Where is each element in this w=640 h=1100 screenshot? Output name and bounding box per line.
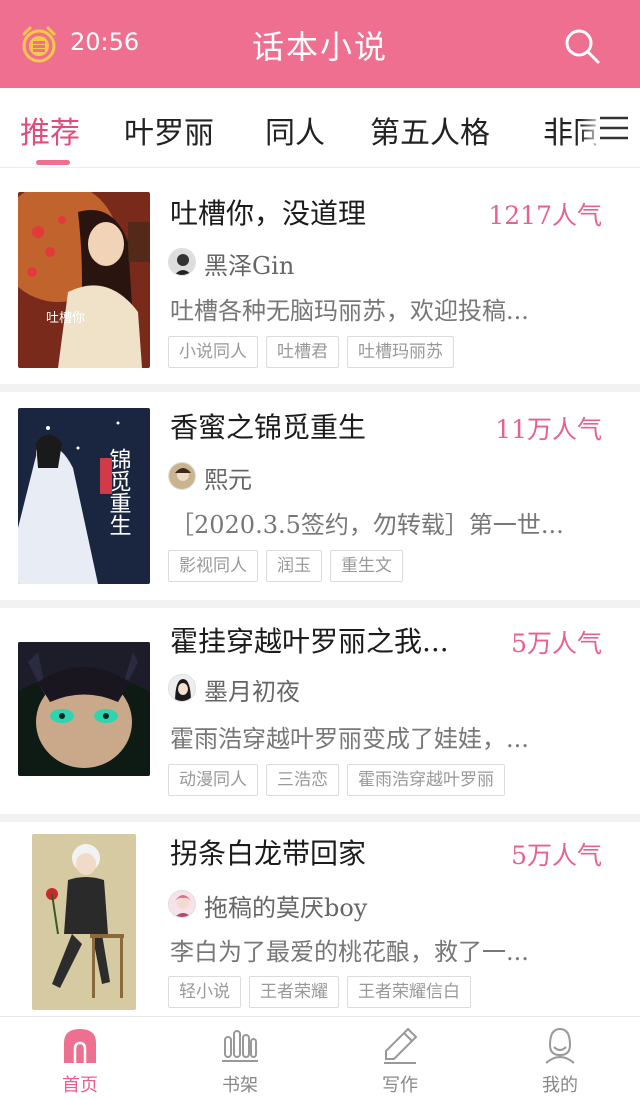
book-summary: 霍雨浩穿越叶罗丽变成了娃娃，... [170,725,529,753]
tab-identity-v[interactable]: 第五人格 [370,108,490,152]
tag-list: 轻小说 王者荣耀 王者荣耀信白 [168,976,479,1008]
search-icon[interactable] [562,26,602,66]
tag[interactable]: 霍雨浩穿越叶罗丽 [347,764,505,796]
book-summary: 吐槽各种无脑玛丽苏，欢迎投稿... [170,297,529,325]
divider [0,384,640,392]
active-tab-indicator [36,160,70,165]
tab-fanfiction[interactable]: 同人 [265,108,325,152]
tag[interactable]: 润玉 [266,550,322,582]
home-icon [64,1029,96,1063]
nav-label: 我的 [542,1075,578,1096]
book-title[interactable]: 霍挂穿越叶罗丽之我... [170,620,449,660]
tag-list: 小说同人 吐槽君 吐槽玛丽苏 [168,336,462,368]
tag[interactable]: 轻小说 [168,976,241,1008]
book-summary: ［2020.3.5签约，勿转载］第一世... [170,511,564,539]
book-title[interactable]: 吐槽你，没道理 [170,192,366,232]
tag[interactable]: 影视同人 [168,550,258,582]
tag[interactable]: 三浩恋 [266,764,339,796]
profile-icon [545,1027,575,1064]
nav-profile[interactable]: 我的 [480,1017,640,1100]
app-bar: 20:56 话本小说 [0,0,640,88]
book-summary: 李白为了最爱的桃花酿，救了一... [170,938,529,966]
nav-label: 首页 [62,1075,98,1096]
nav-home[interactable]: 首页 [0,1017,160,1100]
tag[interactable]: 动漫同人 [168,764,258,796]
popularity-count: 5万人气 [511,841,602,870]
book-card[interactable]: 霍挂穿越叶罗丽之我... 5万人气 墨月初夜 霍雨浩穿越叶罗丽变成了娃娃，...… [0,608,640,814]
book-card[interactable]: 拐条白龙带回家 5万人气 拖稿的莫厌boy 李白为了最爱的桃花酿，救了一... … [0,822,640,1016]
avatar [168,674,196,702]
bottom-nav: 首页 书架 写作 我的 [0,1016,640,1100]
pencil-icon [384,1027,418,1064]
cover-text: 吐槽你 [46,311,85,326]
author-name: 黑泽Gin [204,252,295,280]
nav-label: 写作 [382,1075,418,1096]
divider [0,600,640,608]
popularity-count: 11万人气 [495,415,602,444]
book-title[interactable]: 拐条白龙带回家 [170,832,366,872]
avatar [168,890,196,918]
bookshelf-icon [222,1030,258,1062]
tag[interactable]: 小说同人 [168,336,258,368]
book-cover[interactable]: 吐槽你 [18,192,150,368]
nav-write[interactable]: 写作 [320,1017,480,1100]
author-name: 熙元 [204,466,252,494]
popularity-count: 5万人气 [511,629,602,658]
category-tabs: 推荐 叶罗丽 同人 第五人格 非同 [0,88,640,168]
tag[interactable]: 吐槽玛丽苏 [347,336,454,368]
nav-label: 书架 [222,1075,258,1096]
tag[interactable]: 王者荣耀信白 [347,976,471,1008]
tag-list: 影视同人 润玉 重生文 [168,550,411,582]
author-name: 拖稿的莫厌boy [204,894,368,922]
popularity-count: 1217人气 [488,201,602,230]
book-title[interactable]: 香蜜之锦觅重生 [170,406,366,446]
book-card[interactable]: 吐槽你 吐槽你，没道理 1217人气 黑泽Gin 吐槽各种无脑玛丽苏，欢迎投稿.… [0,168,640,384]
tag[interactable]: 重生文 [330,550,403,582]
tag[interactable]: 吐槽君 [266,336,339,368]
divider [0,814,640,822]
nav-bookshelf[interactable]: 书架 [160,1017,320,1100]
menu-icon[interactable] [596,110,632,146]
tag[interactable]: 王者荣耀 [249,976,339,1008]
avatar [168,462,196,490]
avatar [168,248,196,276]
book-cover[interactable] [18,642,150,776]
book-cover[interactable]: 锦觅重生 [18,408,150,584]
tab-yeluoli[interactable]: 叶罗丽 [124,108,214,152]
author-name: 墨月初夜 [204,678,300,706]
tag-list: 动漫同人 三浩恋 霍雨浩穿越叶罗丽 [168,764,513,796]
book-card[interactable]: 锦觅重生 香蜜之锦觅重生 11万人气 熙元 ［2020.3.5签约，勿转载］第一… [0,392,640,600]
tab-recommended[interactable]: 推荐 [20,108,80,152]
book-cover[interactable] [32,834,136,1010]
page-title: 话本小说 [251,28,388,66]
